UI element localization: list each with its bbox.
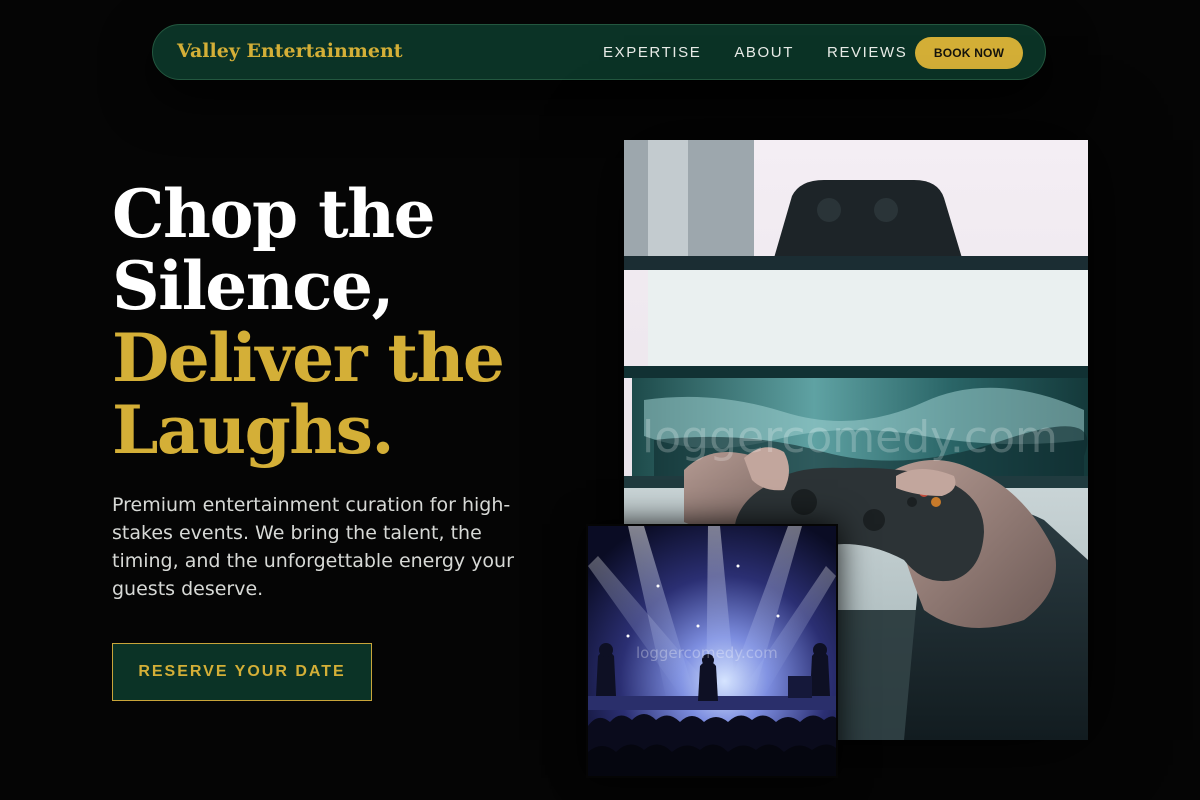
hero-title-line-2: Silence, (112, 247, 394, 325)
hero-title-line-3: Deliver the (112, 319, 505, 397)
nav-link-expertise[interactable]: EXPERTISE (603, 44, 701, 61)
hero-title-line-1: Chop the (112, 175, 436, 253)
main-watermark: loggercomedy.com (642, 412, 1058, 463)
small-watermark: loggercomedy.com (636, 644, 778, 662)
hero-title-line-4: Laughs. (112, 391, 394, 469)
reserve-date-button[interactable]: RESERVE YOUR DATE (112, 643, 372, 701)
brand-logo[interactable]: Valley Entertainment (177, 40, 403, 62)
nav-link-reviews[interactable]: REVIEWS (827, 44, 907, 61)
concert-stage-photo: loggercomedy.com (586, 524, 838, 778)
nav-link-about[interactable]: ABOUT (734, 44, 794, 61)
nav-links: EXPERTISE ABOUT REVIEWS (603, 25, 907, 79)
hero-subtitle: Premium entertainment curation for high-… (112, 494, 514, 600)
book-now-button[interactable]: BOOK NOW (915, 37, 1023, 69)
hero-title: Chop the Silence, Deliver the Laughs. (112, 175, 505, 469)
top-navbar: Valley Entertainment EXPERTISE ABOUT REV… (152, 24, 1046, 80)
